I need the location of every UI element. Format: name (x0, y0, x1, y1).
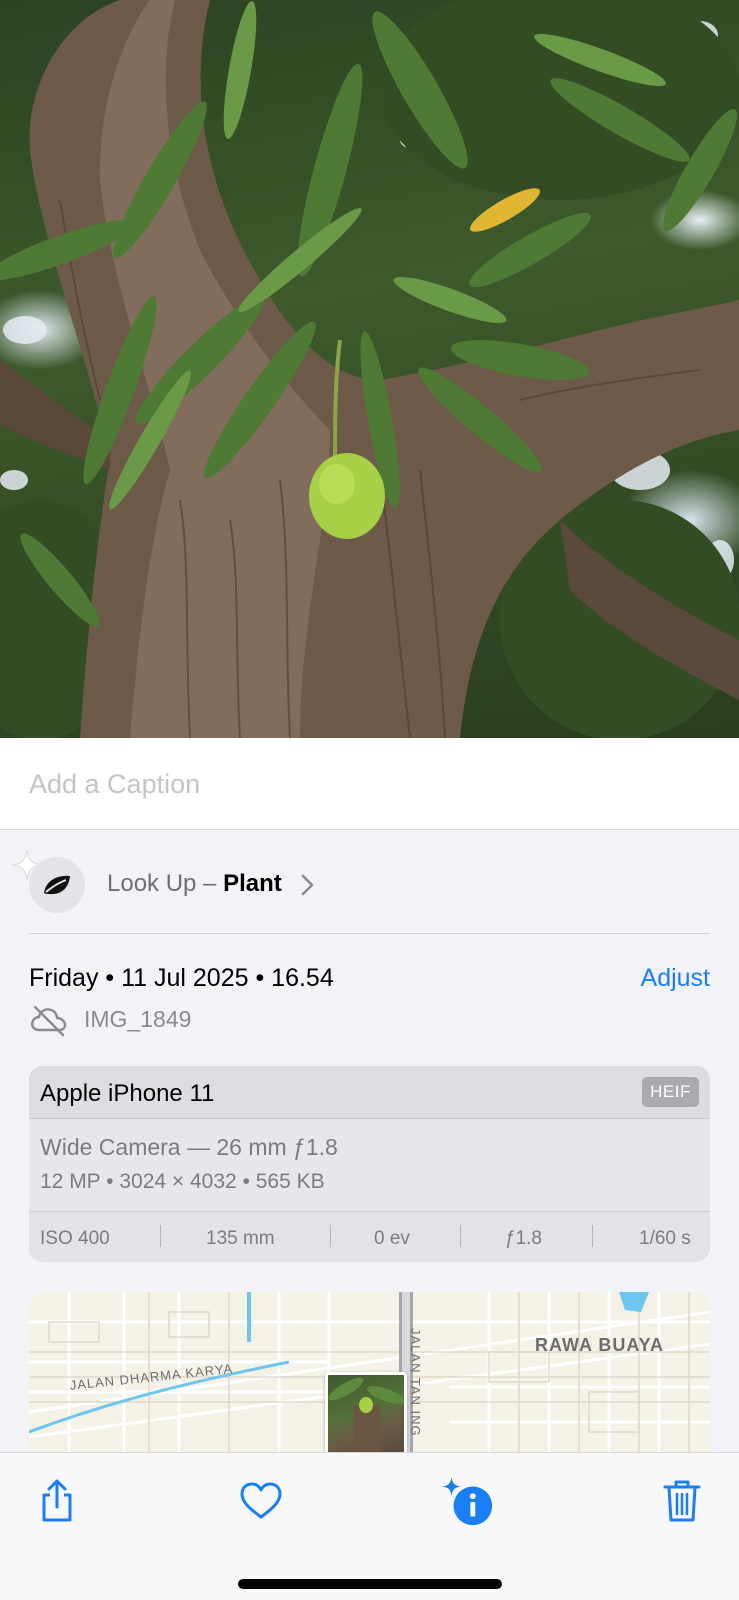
lookup-prefix: Look Up – (107, 870, 224, 897)
map-photo-thumbnail[interactable] (325, 1372, 407, 1452)
cloud-slash-icon (31, 1005, 67, 1037)
exif-exposure-value: 0 ev (374, 1228, 410, 1249)
camera-info-header: Apple iPhone 11 HEIF (29, 1066, 710, 1119)
photo-date: Friday • 11 Jul 2025 • 16.54 (29, 964, 334, 992)
info-button[interactable] (440, 1473, 496, 1529)
adjust-button[interactable]: Adjust (641, 964, 710, 993)
home-indicator[interactable] (238, 1579, 502, 1589)
caption-section (0, 738, 739, 830)
exif-separator (330, 1225, 331, 1247)
info-sparkle-icon (441, 1476, 493, 1526)
exif-separator (460, 1225, 461, 1247)
exif-aperture: ƒ1.8 (505, 1228, 542, 1249)
exif-iso: ISO 400 (40, 1228, 110, 1249)
image-specs: 12 MP • 3024 × 4032 • 565 KB (40, 1170, 325, 1193)
divider (29, 933, 710, 934)
photo-view[interactable] (0, 0, 739, 738)
map-label-area: RAWA BUAYA (535, 1335, 665, 1355)
location-map[interactable]: RAWA BUAYA JALAN DHARMA KARYA JALAN TAN … (29, 1292, 710, 1452)
caption-input[interactable] (29, 764, 709, 804)
exif-row: ISO 400 135 mm 0 ev ƒ1.8 1/60 s (29, 1211, 710, 1262)
trash-icon (663, 1480, 701, 1522)
device-name: Apple iPhone 11 (40, 1080, 215, 1107)
exif-separator (160, 1225, 161, 1247)
delete-button[interactable] (654, 1473, 710, 1529)
heart-icon (240, 1482, 282, 1519)
map-label-road-vertical: JALAN TAN ING (408, 1328, 423, 1437)
exif-separator (592, 1225, 593, 1247)
photo-image (0, 0, 739, 738)
favorite-button[interactable] (233, 1473, 289, 1529)
lookup-row[interactable]: Look Up – Plant (0, 840, 739, 934)
share-icon (42, 1479, 72, 1522)
share-button[interactable] (29, 1473, 85, 1529)
lookup-label[interactable]: Look Up – Plant (107, 870, 282, 898)
format-badge: HEIF (642, 1077, 699, 1107)
lens-info: Wide Camera — 26 mm ƒ1.8 (40, 1134, 338, 1160)
exif-shutter-speed: 1/60 s (639, 1228, 691, 1249)
exif-focal-length: 135 mm (206, 1228, 275, 1249)
bottom-toolbar (0, 1452, 739, 1600)
camera-info-card: Apple iPhone 11 HEIF Wide Camera — 26 mm… (29, 1066, 710, 1262)
filename: IMG_1849 (84, 1006, 192, 1032)
leaf-icon (29, 857, 85, 913)
chevron-right-icon (301, 874, 314, 896)
lookup-subject: Plant (223, 870, 282, 897)
